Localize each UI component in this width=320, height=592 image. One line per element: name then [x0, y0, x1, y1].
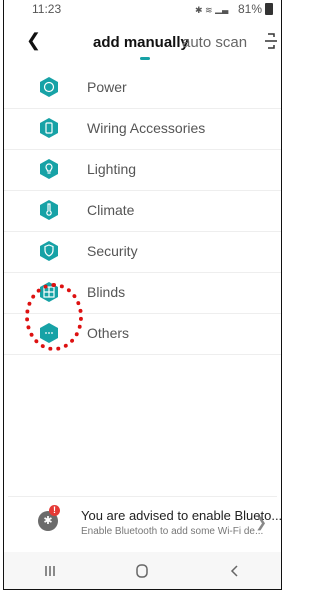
category-lighting[interactable]: Lighting — [4, 150, 281, 191]
recents-icon[interactable] — [30, 559, 70, 583]
tab-add-manually[interactable]: add manually — [93, 34, 189, 51]
annotation-circle — [25, 283, 83, 351]
home-icon[interactable] — [122, 559, 162, 583]
back-icon[interactable] — [215, 559, 255, 583]
category-label: Climate — [87, 202, 135, 218]
category-security[interactable]: Security — [4, 232, 281, 273]
bulb-icon — [40, 159, 58, 179]
battery-icon — [265, 3, 273, 15]
shield-icon — [40, 241, 58, 261]
banner-title: You are advised to enable Blueto... — [81, 508, 282, 523]
battery-percent: 81% — [237, 2, 262, 16]
phone-screen: 11:23 ✱ ≋ ▂▄ 81% ❮ add manually auto sca… — [3, 0, 282, 590]
status-bar: 11:23 ✱ ≋ ▂▄ 81% — [4, 0, 281, 20]
category-wiring-accessories[interactable]: Wiring Accessories — [4, 109, 281, 150]
switch-icon — [40, 118, 58, 138]
category-label: Security — [87, 243, 138, 259]
category-label: Lighting — [87, 161, 137, 177]
chevron-left-icon[interactable]: ❮ — [26, 30, 41, 51]
system-nav-bar — [4, 552, 281, 589]
banner-subtitle: Enable Bluetooth to add some Wi-Fi de... — [81, 526, 264, 537]
header: ❮ add manually auto scan — [4, 28, 281, 64]
power-icon — [40, 77, 58, 97]
chevron-right-icon: ❯ — [255, 514, 267, 530]
signal-wifi-icon: ✱ ≋ ▂▄ — [195, 5, 229, 14]
tab-indicator — [140, 57, 150, 60]
category-label: Wiring Accessories — [87, 120, 206, 136]
category-label: Power — [87, 79, 127, 95]
category-power[interactable]: Power — [4, 68, 281, 109]
bluetooth-banner[interactable]: ✱ ! You are advised to enable Blueto... … — [8, 496, 281, 549]
category-climate[interactable]: Climate — [4, 191, 281, 232]
thermometer-icon — [40, 200, 58, 220]
svg-text:✱ ≋ ▂▄: ✱ ≋ ▂▄ — [195, 5, 229, 14]
status-time: 11:23 — [32, 2, 62, 16]
scan-icon[interactable] — [263, 32, 279, 50]
tab-auto-scan[interactable]: auto scan — [182, 34, 247, 51]
category-label: Others — [87, 325, 130, 341]
alert-badge: ! — [49, 505, 60, 516]
category-label: Blinds — [87, 284, 126, 300]
